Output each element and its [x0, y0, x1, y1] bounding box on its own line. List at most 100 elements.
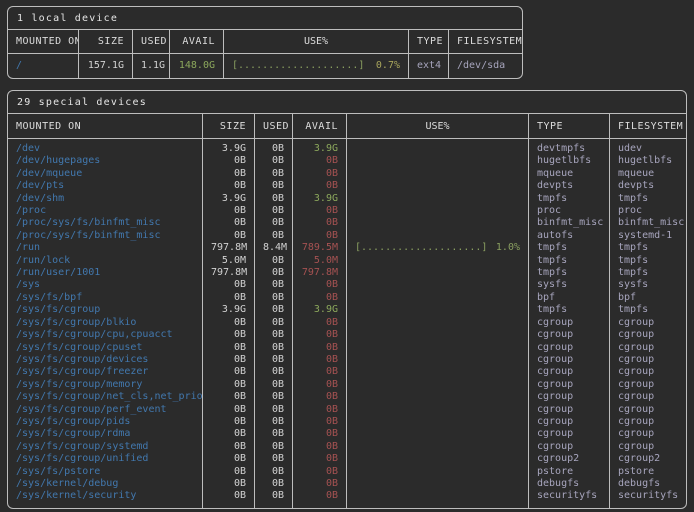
type-cell: cgroup	[528, 317, 609, 329]
size-cell: 0B	[202, 441, 254, 453]
used-cell: 1.1G	[132, 54, 169, 78]
avail-cell: 0B	[292, 478, 346, 490]
mount-point-cell: /sys/fs/cgroup/pids	[8, 416, 202, 428]
type-cell: tmpfs	[528, 193, 609, 205]
type-cell: devtmpfs	[528, 139, 609, 155]
filesystem-cell: debugfs	[609, 478, 686, 490]
table-row: /157.1G1.1G148.0G[....................]0…	[8, 54, 522, 78]
use-percent-cell	[346, 205, 528, 217]
used-cell: 0B	[254, 155, 292, 167]
table-row: /sys/fs/cgroup/cpu,cpuacct0B0B0Bcgroupcg…	[8, 329, 686, 341]
type-cell: cgroup	[528, 441, 609, 453]
avail-cell: 0B	[292, 329, 346, 341]
local-table-header-row: MOUNTED ON SIZE USED AVAIL USE% TYPE FIL…	[8, 30, 522, 54]
mount-point-cell: /sys/fs/cgroup/memory	[8, 379, 202, 391]
usage-percent: 1.0%	[496, 242, 520, 254]
filesystem-cell: cgroup	[609, 428, 686, 440]
table-row: /sys/fs/cgroup3.9G0B3.9Gtmpfstmpfs	[8, 304, 686, 316]
size-cell: 157.1G	[78, 54, 132, 78]
type-cell: cgroup	[528, 342, 609, 354]
type-cell: tmpfs	[528, 267, 609, 279]
filesystem-cell: tmpfs	[609, 304, 686, 316]
size-cell: 0B	[202, 466, 254, 478]
avail-cell: 0B	[292, 230, 346, 242]
filesystem-cell: cgroup	[609, 391, 686, 403]
mount-point-cell: /sys/kernel/debug	[8, 478, 202, 490]
filesystem-cell: /dev/sda	[448, 54, 522, 78]
type-cell: tmpfs	[528, 304, 609, 316]
use-percent-cell	[346, 255, 528, 267]
used-cell: 0B	[254, 453, 292, 465]
used-cell: 0B	[254, 416, 292, 428]
used-cell: 0B	[254, 317, 292, 329]
use-percent-cell	[346, 279, 528, 291]
used-cell: 0B	[254, 404, 292, 416]
used-cell: 0B	[254, 193, 292, 205]
use-percent-cell	[346, 168, 528, 180]
use-percent-cell	[346, 391, 528, 403]
avail-cell: 0B	[292, 428, 346, 440]
filesystem-cell: tmpfs	[609, 193, 686, 205]
type-cell: cgroup	[528, 391, 609, 403]
filesystem-cell: cgroup2	[609, 453, 686, 465]
use-percent-cell	[346, 292, 528, 304]
type-cell: cgroup2	[528, 453, 609, 465]
avail-cell: 0B	[292, 354, 346, 366]
avail-cell: 0B	[292, 155, 346, 167]
type-cell: mqueue	[528, 168, 609, 180]
special-table-title: 29 special devices	[8, 91, 686, 114]
used-cell: 0B	[254, 279, 292, 291]
column-header-size: SIZE	[202, 114, 254, 138]
filesystem-cell: securityfs	[609, 490, 686, 507]
mount-point-cell: /sys/fs/cgroup/perf_event	[8, 404, 202, 416]
mount-point-cell: /sys/fs/cgroup/devices	[8, 354, 202, 366]
used-cell: 8.4M	[254, 242, 292, 254]
use-percent-cell	[346, 230, 528, 242]
type-cell: securityfs	[528, 490, 609, 507]
filesystem-cell: hugetlbfs	[609, 155, 686, 167]
mount-point-cell: /sys/fs/pstore	[8, 466, 202, 478]
mount-point-cell: /proc/sys/fs/binfmt_misc	[8, 230, 202, 242]
filesystem-cell: cgroup	[609, 329, 686, 341]
type-cell: binfmt_misc	[528, 217, 609, 229]
table-row: /sys/kernel/debug0B0B0Bdebugfsdebugfs	[8, 478, 686, 490]
filesystem-cell: cgroup	[609, 366, 686, 378]
column-header-filesystem: FILESYSTEM	[448, 30, 522, 53]
type-cell: tmpfs	[528, 242, 609, 254]
filesystem-cell: tmpfs	[609, 255, 686, 267]
type-cell: ext4	[408, 54, 448, 78]
filesystem-cell: cgroup	[609, 441, 686, 453]
avail-cell: 789.5M	[292, 242, 346, 254]
avail-cell: 0B	[292, 490, 346, 507]
mount-point-cell: /sys/fs/cgroup/cpuset	[8, 342, 202, 354]
mount-point-cell: /proc/sys/fs/binfmt_misc	[8, 217, 202, 229]
size-cell: 3.9G	[202, 139, 254, 155]
used-cell: 0B	[254, 428, 292, 440]
size-cell: 0B	[202, 317, 254, 329]
table-row: /sys/fs/bpf0B0B0Bbpfbpf	[8, 292, 686, 304]
column-header-mounted-on: MOUNTED ON	[8, 30, 78, 53]
use-percent-cell: [....................]1.0%	[346, 242, 528, 254]
mount-point-cell: /sys/fs/cgroup/cpu,cpuacct	[8, 329, 202, 341]
table-row: /sys/kernel/security0B0B0Bsecurityfssecu…	[8, 490, 686, 507]
avail-cell: 0B	[292, 379, 346, 391]
filesystem-cell: cgroup	[609, 354, 686, 366]
avail-cell: 0B	[292, 416, 346, 428]
avail-cell: 3.9G	[292, 193, 346, 205]
type-cell: bpf	[528, 292, 609, 304]
avail-cell: 0B	[292, 404, 346, 416]
filesystem-cell: cgroup	[609, 379, 686, 391]
use-percent-cell	[346, 304, 528, 316]
use-percent-cell	[346, 329, 528, 341]
size-cell: 0B	[202, 205, 254, 217]
size-cell: 0B	[202, 478, 254, 490]
mount-point-cell: /sys/fs/cgroup/freezer	[8, 366, 202, 378]
table-row: /sys/fs/cgroup/rdma0B0B0Bcgroupcgroup	[8, 428, 686, 440]
type-cell: sysfs	[528, 279, 609, 291]
size-cell: 0B	[202, 155, 254, 167]
used-cell: 0B	[254, 230, 292, 242]
use-percent-cell	[346, 139, 528, 155]
used-cell: 0B	[254, 366, 292, 378]
size-cell: 797.8M	[202, 267, 254, 279]
type-cell: hugetlbfs	[528, 155, 609, 167]
